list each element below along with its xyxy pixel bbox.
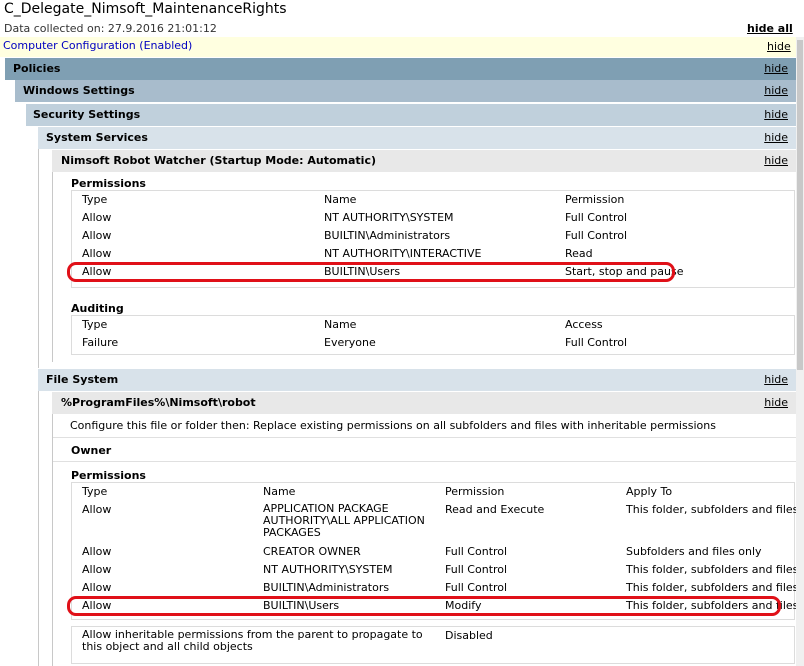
- table-cell: APPLICATION PACKAGE AUTHORITY\ALL APPLIC…: [263, 502, 425, 539]
- security-settings-bar: Security Settings hide: [26, 104, 796, 126]
- service-bar: Nimsoft Robot Watcher (Startup Mode: Aut…: [52, 150, 796, 172]
- hide-link-policies[interactable]: hide: [764, 62, 788, 75]
- column-header-type: Type: [82, 485, 108, 498]
- computer-configuration-label: Computer Configuration (Enabled): [3, 39, 193, 52]
- hide-link-system-services[interactable]: hide: [764, 131, 788, 144]
- folder-path: %ProgramFiles%\Nimsoft\robot: [61, 396, 256, 409]
- hide-link-folder[interactable]: hide: [764, 396, 788, 409]
- indent-line: [52, 414, 53, 666]
- table-cell: Allow: [82, 211, 112, 224]
- divider: [53, 437, 796, 438]
- column-header-apply-to: Apply To: [626, 485, 673, 498]
- indent-line: [52, 172, 53, 362]
- folder-permissions-heading: Permissions: [71, 469, 146, 482]
- table-cell: Full Control: [445, 545, 508, 558]
- policies-label: Policies: [13, 62, 61, 75]
- collected-date: Data collected on: 27.9.2016 21:01:12: [4, 22, 217, 35]
- table-cell: Full Control: [565, 211, 628, 224]
- table-cell: Allow: [82, 563, 112, 576]
- table-cell: BUILTIN\Administrators: [324, 229, 451, 242]
- table-cell: Allow: [82, 581, 112, 594]
- hide-all-link[interactable]: hide all: [747, 22, 793, 35]
- table-cell: Read and Execute: [445, 503, 545, 516]
- indent-line: [38, 391, 39, 666]
- table-cell: NT AUTHORITY\SYSTEM: [263, 563, 393, 576]
- inheritance-value: Disabled: [445, 629, 493, 642]
- policies-bar: Policies hide: [5, 58, 796, 80]
- table-cell: Full Control: [445, 581, 508, 594]
- service-auditing-heading: Auditing: [71, 302, 124, 315]
- system-services-label: System Services: [46, 131, 148, 144]
- windows-settings-bar: Windows Settings hide: [15, 80, 796, 102]
- table-cell: This folder, subfolders and files: [626, 503, 799, 516]
- column-header-type: Type: [82, 193, 108, 206]
- hide-link-windows-settings[interactable]: hide: [764, 84, 788, 97]
- table-cell: Everyone: [324, 336, 376, 349]
- service-auditing-table: [71, 315, 795, 355]
- table-cell: Full Control: [565, 336, 628, 349]
- file-system-label: File System: [46, 373, 119, 386]
- table-cell: This folder, subfolders and files: [626, 563, 799, 576]
- service-permissions-heading: Permissions: [71, 177, 146, 190]
- scrollbar-thumb[interactable]: [797, 40, 803, 370]
- table-cell: Read: [565, 247, 593, 260]
- hide-link-security-settings[interactable]: hide: [764, 108, 788, 121]
- column-header-permission: Permission: [565, 193, 625, 206]
- system-services-bar: System Services hide: [38, 127, 796, 149]
- table-cell: Allow: [82, 503, 112, 516]
- security-settings-label: Security Settings: [33, 108, 141, 121]
- column-header-type: Type: [82, 318, 108, 331]
- table-cell: This folder, subfolders and files: [626, 581, 799, 594]
- file-system-bar: File System hide: [38, 369, 796, 391]
- table-cell: Allow: [82, 545, 112, 558]
- owner-heading: Owner: [71, 444, 112, 457]
- indent-line: [38, 149, 39, 368]
- windows-settings-label: Windows Settings: [23, 84, 135, 97]
- highlight-oval: [67, 262, 675, 282]
- divider: [53, 461, 796, 462]
- table-cell: Allow: [82, 247, 112, 260]
- configure-text: Configure this file or folder then: Repl…: [70, 419, 716, 432]
- column-header-name: Name: [263, 485, 296, 498]
- table-cell: NT AUTHORITY\INTERACTIVE: [324, 247, 482, 260]
- table-cell: Subfolders and files only: [626, 545, 762, 558]
- table-cell: Full Control: [445, 563, 508, 576]
- folder-bar: %ProgramFiles%\Nimsoft\robot hide: [52, 392, 796, 414]
- table-cell: Allow: [82, 229, 112, 242]
- table-cell: Full Control: [565, 229, 628, 242]
- hide-link-computer-configuration[interactable]: hide: [767, 40, 791, 53]
- highlight-oval: [67, 596, 781, 616]
- hide-link-file-system[interactable]: hide: [764, 373, 788, 386]
- computer-configuration-bar: Computer Configuration (Enabled) hide: [0, 37, 796, 57]
- column-header-name: Name: [324, 318, 357, 331]
- hide-link-service[interactable]: hide: [764, 154, 788, 167]
- table-cell: BUILTIN\Administrators: [263, 581, 390, 594]
- column-header-access: Access: [565, 318, 603, 331]
- inheritance-label: Allow inheritable permissions from the p…: [82, 628, 423, 653]
- service-title: Nimsoft Robot Watcher (Startup Mode: Aut…: [61, 154, 376, 167]
- column-header-name: Name: [324, 193, 357, 206]
- report-title: C_Delegate_Nimsoft_MaintenanceRights: [4, 1, 287, 17]
- table-cell: CREATOR OWNER: [263, 545, 361, 558]
- table-cell: Failure: [82, 336, 119, 349]
- column-header-permission: Permission: [445, 485, 505, 498]
- table-cell: NT AUTHORITY\SYSTEM: [324, 211, 454, 224]
